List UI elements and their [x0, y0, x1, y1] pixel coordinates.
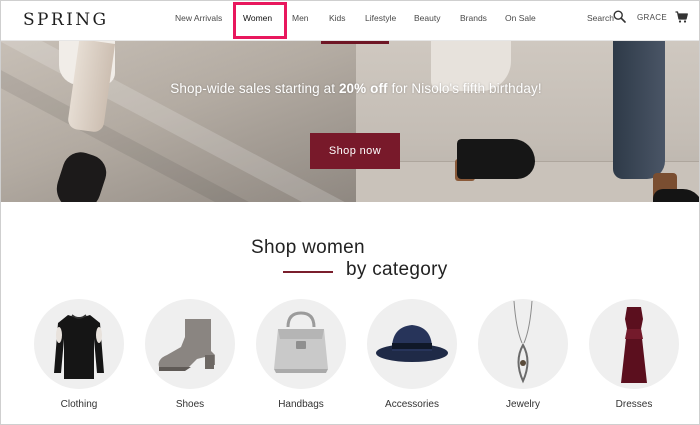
category-handbags[interactable]: Handbags	[256, 299, 346, 411]
category-label: Handbags	[278, 399, 324, 410]
handbag-icon	[274, 311, 328, 373]
nav-on-sale[interactable]: On Sale	[505, 13, 536, 23]
active-nav-highlight	[233, 2, 287, 39]
nav-beauty[interactable]: Beauty	[414, 13, 440, 23]
nav-lifestyle[interactable]: Lifestyle	[365, 13, 396, 23]
hero-shoe-right	[457, 139, 535, 179]
hero-banner: Shop-wide sales starting at 20% off for …	[1, 41, 699, 202]
dress-icon	[621, 307, 647, 383]
brand-logo[interactable]: SPRING	[23, 10, 108, 30]
hero-promo-text: Shop-wide sales starting at 20% off for …	[170, 81, 542, 96]
category-label: Accessories	[385, 399, 439, 410]
hat-icon	[376, 325, 448, 362]
necklace-icon	[513, 300, 533, 384]
search-icon[interactable]	[613, 10, 626, 23]
shop-now-button[interactable]: Shop now	[310, 133, 400, 169]
nav-brands[interactable]: Brands	[460, 13, 487, 23]
nav-kids[interactable]: Kids	[329, 13, 346, 23]
ankle-boot-icon	[158, 319, 215, 371]
site-header: SPRING New Arrivals Women Men Kids Lifes…	[1, 1, 699, 41]
category-label: Shoes	[175, 399, 205, 410]
sweater-icon	[54, 314, 104, 379]
nav-men[interactable]: Men	[292, 13, 309, 23]
category-clothing[interactable]: Clothing	[34, 299, 124, 411]
category-dresses[interactable]: Dresses	[589, 299, 679, 411]
category-label: Jewelry	[506, 399, 540, 410]
category-label: Dresses	[615, 399, 653, 410]
account-link[interactable]: GRACE	[637, 13, 667, 22]
section-title: Shop women	[251, 237, 365, 258]
category-shoes[interactable]: Shoes	[145, 299, 235, 411]
title-divider	[283, 271, 333, 273]
cart-icon[interactable]	[675, 11, 688, 23]
page: SPRING New Arrivals Women Men Kids Lifes…	[0, 0, 700, 425]
category-jewelry[interactable]: Jewelry	[478, 299, 568, 411]
nav-new-arrivals[interactable]: New Arrivals	[175, 13, 222, 23]
search-link[interactable]: Search	[587, 13, 614, 23]
category-label: Clothing	[60, 399, 98, 410]
category-accessories[interactable]: Accessories	[367, 299, 457, 411]
section-subtitle: by category	[346, 259, 448, 280]
